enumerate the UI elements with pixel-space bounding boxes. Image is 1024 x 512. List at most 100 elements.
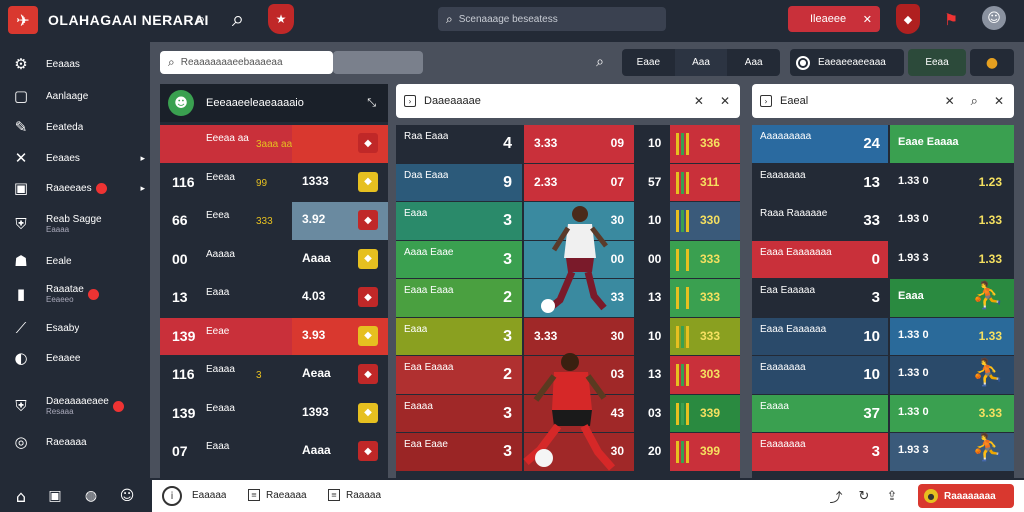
- minimize-icon[interactable]: ✕: [694, 94, 704, 108]
- alert-button[interactable]: Ileaeee ✕: [788, 6, 880, 32]
- table-row[interactable]: Raaa Raaaaae 33 1.93 0 1.33: [752, 202, 1014, 240]
- toggle-button[interactable]: Eeaa: [908, 49, 966, 76]
- sidebar-item-2[interactable]: ▢ Aanlaage: [10, 82, 145, 110]
- sidebar-item-6[interactable]: ⛨ Reab Sagge Eaaaa: [10, 210, 145, 238]
- chevron-right-icon[interactable]: ▸: [140, 183, 145, 194]
- row-value-cell[interactable]: 4.03 ◆: [292, 279, 388, 317]
- stat-cell[interactable]: Eaae Eaaaa: [890, 125, 1014, 163]
- tab-1[interactable]: Eaae: [622, 49, 675, 76]
- table-row[interactable]: 13 Eaaa 4.03 ◆: [160, 279, 388, 317]
- team-cell[interactable]: Eaaa 3: [396, 317, 522, 355]
- tab-2[interactable]: Aaa: [674, 49, 728, 76]
- form-cell[interactable]: 333: [670, 317, 740, 355]
- close-icon[interactable]: ✕: [863, 13, 872, 26]
- table-row[interactable]: Eaaaaaaa 13 1.33 0 1.23: [752, 163, 1014, 201]
- profile-icon[interactable]: ☺: [118, 487, 136, 505]
- row-value-cell[interactable]: ◆: [292, 125, 388, 163]
- table-row[interactable]: Eaaa Eaaaaaa 10 1.33 0 1.33: [752, 317, 1014, 355]
- row-value-cell[interactable]: 1393 ◆: [292, 394, 388, 432]
- app-logo[interactable]: ✈: [8, 6, 38, 34]
- table-row[interactable]: Daa Eaaa 9 2.33 07 57 311: [396, 163, 740, 201]
- search-large-icon[interactable]: ⌕: [225, 6, 251, 32]
- avatar[interactable]: ☺: [982, 6, 1006, 30]
- form-cell[interactable]: 339: [670, 394, 740, 432]
- table-row[interactable]: Aaaaaaaaa 24 Eaae Eaaaa: [752, 125, 1014, 163]
- row-value-cell[interactable]: 1333 ◆: [292, 163, 388, 201]
- form-cell[interactable]: 303: [670, 356, 740, 394]
- stat-cell[interactable]: 1.33 0 1.23: [890, 163, 1014, 201]
- form-cell[interactable]: 333: [670, 240, 740, 278]
- sidebar-item-9[interactable]: ⟋ Esaaby: [10, 314, 145, 342]
- checkbox-icon[interactable]: ›: [760, 95, 772, 107]
- table-row[interactable]: 07 Eaaa Aaaa ◆: [160, 433, 388, 471]
- row-value-cell[interactable]: Aaaa ◆: [292, 433, 388, 471]
- team-cell[interactable]: Daa Eaaa 9: [396, 163, 522, 201]
- table-row[interactable]: 139 Eeae 3.93 ◆: [160, 317, 388, 355]
- flag-icon[interactable]: ⚑: [938, 6, 964, 32]
- tab-3[interactable]: Aaa: [727, 49, 780, 76]
- team-cell[interactable]: Eaaaa 3: [396, 394, 522, 432]
- sidebar-item-8[interactable]: ▮ Raaatae Eeaeeo: [10, 280, 145, 308]
- table-row[interactable]: 116 Eeeaa 99 1333 ◆: [160, 163, 388, 201]
- player-cell[interactable]: Eaaa Eaaaaaaa 0: [752, 240, 888, 278]
- bottom-item-2[interactable]: Raeaaaa: [266, 490, 307, 501]
- collapse-icon[interactable]: ⤡: [367, 96, 376, 110]
- bottom-item-3[interactable]: Raaaaa: [346, 490, 381, 501]
- pin-icon[interactable]: ✕: [945, 94, 955, 108]
- player-cell[interactable]: Eaaaaaaa 10: [752, 356, 888, 394]
- team-cell[interactable]: Eaa Eaaaa 2: [396, 356, 522, 394]
- club-badge-icon[interactable]: ◆: [896, 4, 920, 34]
- player-cell[interactable]: Eaaa Eaaaaaa 10: [752, 317, 888, 355]
- table-row[interactable]: 139 Eeaaa 1393 ◆: [160, 394, 388, 432]
- inbox-icon[interactable]: ▣: [46, 487, 64, 505]
- form-cell[interactable]: 333: [670, 279, 740, 317]
- stat-cell[interactable]: 1.33 0 1.33: [890, 317, 1014, 355]
- table-row[interactable]: 00 Aaaaa Aaaa ◆: [160, 240, 388, 278]
- row-value-cell[interactable]: 3.93 ◆: [292, 317, 388, 355]
- home-icon[interactable]: ⌂: [12, 487, 30, 506]
- table-row[interactable]: 66 Eeea 333 3.92 ◆: [160, 202, 388, 240]
- form-cell[interactable]: 311: [670, 163, 740, 201]
- odds-cell[interactable]: 3.33 09: [524, 125, 634, 163]
- sidebar-item-4[interactable]: ✕ Eeaaes ▸: [10, 144, 145, 172]
- global-search-field[interactable]: ⌕ Scenaaage beseatess: [438, 7, 666, 31]
- search-icon[interactable]: ⌕: [971, 94, 978, 109]
- row-value-cell[interactable]: 3.92 ◆: [292, 202, 388, 240]
- info-icon[interactable]: i: [162, 486, 182, 506]
- sidebar-item-11[interactable]: ⛨ Daeaaaaeaee Resaaa: [10, 392, 145, 420]
- team-cell[interactable]: Eaaa Eaaa 2: [396, 279, 522, 317]
- form-cell[interactable]: 336: [670, 125, 740, 163]
- team-cell[interactable]: Aaaa Eaae 3: [396, 240, 522, 278]
- club-crest-icon[interactable]: ★: [268, 4, 294, 34]
- sidebar-item-10[interactable]: ◐ Eeaaee: [10, 344, 145, 372]
- player-cell[interactable]: Eaaaa 37: [752, 394, 888, 432]
- player-cell[interactable]: Eaaaaaaa 3: [752, 433, 888, 471]
- share-icon[interactable]: ⤴: [828, 488, 844, 506]
- table-row[interactable]: Eaaa Eaaaaaaa 0 1.93 3 1.33: [752, 240, 1014, 278]
- player-cell[interactable]: Aaaaaaaaa 24: [752, 125, 888, 163]
- bottom-item-1[interactable]: Eaaaaa: [192, 490, 226, 501]
- row-value-cell[interactable]: Aeaa ◆: [292, 356, 388, 394]
- table-row[interactable]: Eeeaa aa 3aaa aaa ◆: [160, 125, 388, 163]
- stat-cell[interactable]: 1.93 0 1.33: [890, 202, 1014, 240]
- stat-cell[interactable]: 1.33 0 3.33: [890, 394, 1014, 432]
- form-cell[interactable]: 330: [670, 202, 740, 240]
- player-cell[interactable]: Eaa Eaaaaa 3: [752, 279, 888, 317]
- cta-button[interactable]: ● Raaaaaaaa: [918, 484, 1014, 508]
- table-row[interactable]: 116 Eaaaa 3 Aeaa ◆: [160, 356, 388, 394]
- sidebar-item-12[interactable]: ◎ Raeaaaa: [10, 428, 145, 456]
- close-icon[interactable]: ✕: [994, 94, 1004, 108]
- fire-icon[interactable]: ●: [970, 49, 1014, 76]
- table-row[interactable]: Raa Eaaa 4 3.33 09 10 336: [396, 125, 740, 163]
- row-value-cell[interactable]: Aaaa ◆: [292, 240, 388, 278]
- chevron-right-icon[interactable]: ▸: [140, 153, 145, 164]
- sidebar-item-7[interactable]: ☗ Eeale: [10, 247, 145, 275]
- filter-search-field[interactable]: ⌕ Reaaaaaaaeebaaaeaa: [160, 51, 333, 74]
- close-icon[interactable]: ✕: [720, 94, 730, 108]
- search-icon[interactable]: ⌕: [190, 8, 212, 30]
- sidebar-item-1[interactable]: ⚙ Eeaaas: [10, 50, 145, 78]
- table-row[interactable]: Eaaaa 37 1.33 0 3.33: [752, 394, 1014, 432]
- dashboard-button[interactable]: ● Eaeaeeaeeaaa: [790, 49, 904, 76]
- export-icon[interactable]: ⇪: [884, 488, 900, 504]
- team-cell[interactable]: Raa Eaaa 4: [396, 125, 522, 163]
